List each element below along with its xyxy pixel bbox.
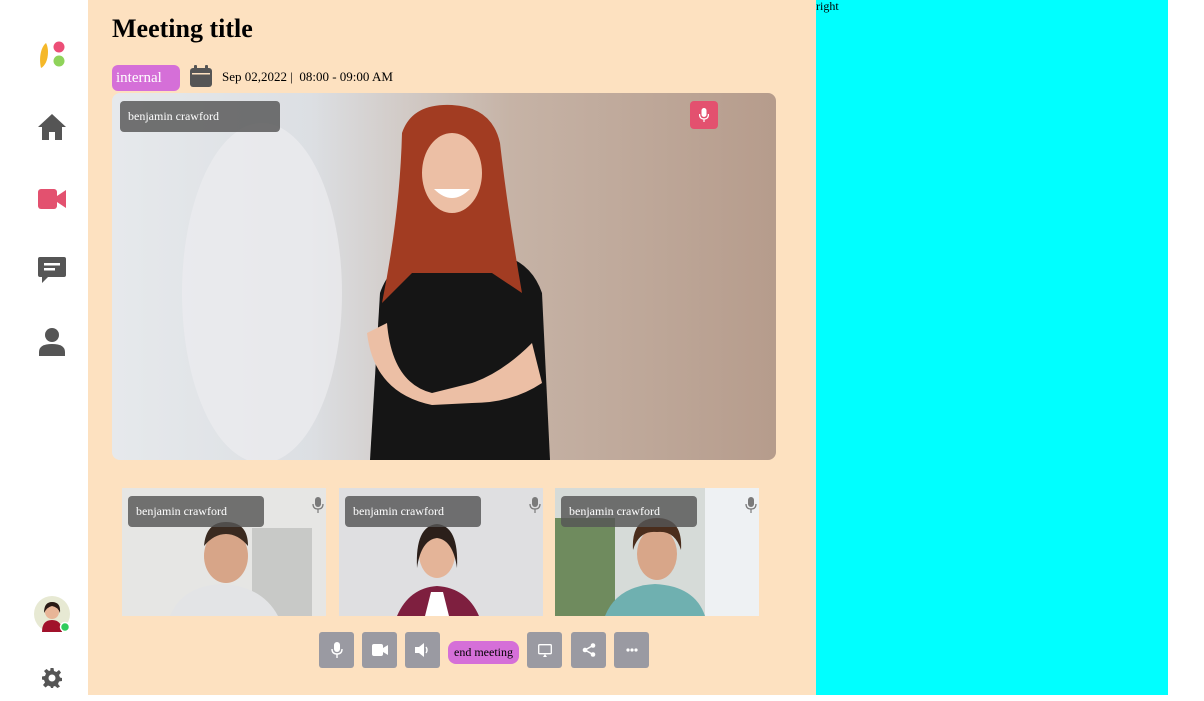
user-avatar[interactable]	[34, 596, 70, 632]
right-panel: right	[816, 0, 1168, 695]
speaker-name: benjamin crawford	[120, 101, 280, 132]
video-icon	[38, 189, 66, 209]
participant-name: benjamin crawford	[128, 496, 264, 527]
right-panel-label: right	[816, 0, 839, 13]
call-controls: end meeting	[0, 632, 816, 668]
sidebar-item-chat[interactable]	[34, 252, 70, 288]
sidebar-item-video[interactable]	[34, 181, 70, 217]
avatar-image	[34, 596, 70, 632]
end-meeting-button[interactable]: end meeting	[448, 641, 519, 664]
chat-icon	[38, 257, 66, 283]
share-icon	[582, 643, 595, 657]
speaker-toggle-button[interactable]	[405, 632, 440, 668]
home-icon	[38, 114, 66, 140]
cast-icon	[537, 643, 552, 657]
screen-share-button[interactable]	[527, 632, 562, 668]
mic-icon[interactable]	[745, 497, 757, 513]
meeting-date-time: Sep 02,2022 | 08:00 - 09:00 AM	[222, 69, 393, 85]
meeting-date: Sep 02,2022 |	[222, 69, 293, 84]
participant-tile[interactable]: benjamin crawford	[122, 488, 326, 616]
participant-tile[interactable]: benjamin crawford	[339, 488, 543, 616]
mic-icon	[330, 642, 343, 658]
mic-icon[interactable]	[312, 497, 324, 513]
camera-toggle-button[interactable]	[362, 632, 397, 668]
mic-icon	[699, 108, 709, 122]
more-options-button[interactable]	[614, 632, 649, 668]
speaker-mic-button[interactable]	[690, 101, 718, 129]
participant-name: benjamin crawford	[345, 496, 481, 527]
user-icon	[39, 328, 65, 356]
volume-icon	[414, 643, 428, 657]
calendar-icon	[190, 65, 212, 87]
video-icon	[371, 644, 388, 656]
speaker-video-image	[182, 104, 550, 460]
participant-tile[interactable]: benjamin crawford	[555, 488, 759, 616]
share-button[interactable]	[571, 632, 606, 668]
main-video[interactable]: benjamin crawford	[112, 93, 776, 460]
meeting-time: 08:00 - 09:00 AM	[299, 69, 393, 84]
meeting-tag: internal	[112, 65, 180, 91]
sidebar-item-home[interactable]	[34, 109, 70, 145]
mic-toggle-button[interactable]	[319, 632, 354, 668]
sidebar	[0, 0, 88, 701]
more-icon	[625, 648, 638, 652]
mic-icon[interactable]	[529, 497, 541, 513]
app-logo-icon	[40, 41, 65, 68]
participant-name: benjamin crawford	[561, 496, 697, 527]
meeting-title: Meeting title	[112, 14, 253, 43]
sidebar-item-profile[interactable]	[34, 324, 70, 360]
gear-icon	[42, 668, 62, 688]
